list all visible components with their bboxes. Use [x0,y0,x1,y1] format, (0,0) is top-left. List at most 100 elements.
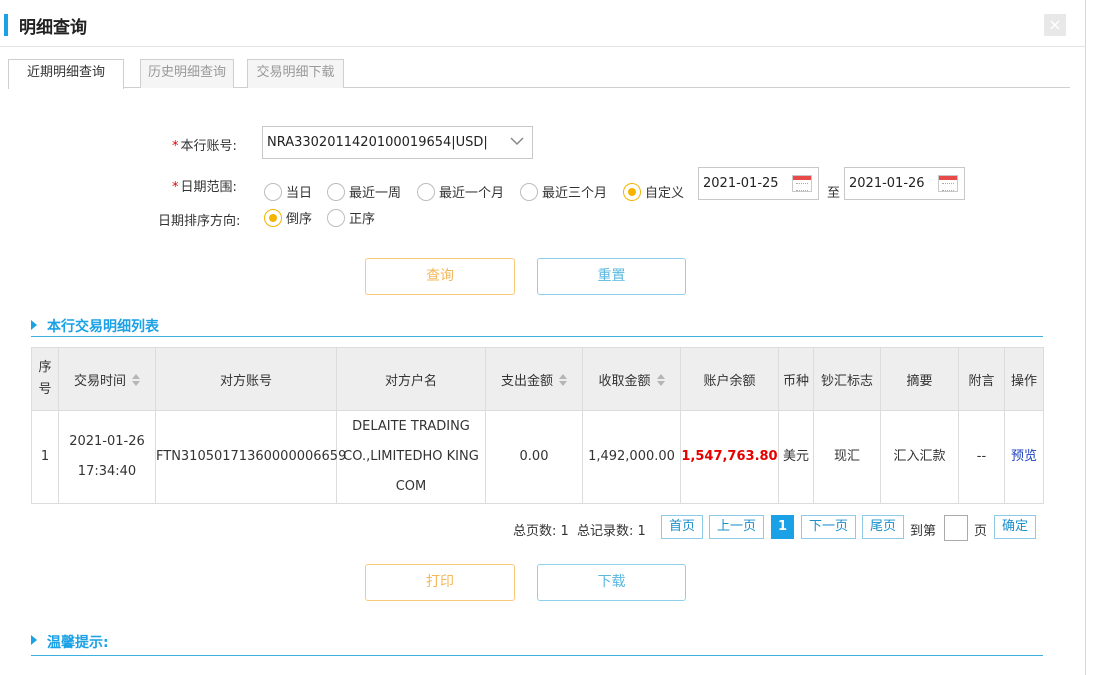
cell-currency: 美元 [778,410,814,504]
col-header-counter-account: 对方账号 [155,347,337,411]
radio-circle [327,182,345,201]
calendar-icon[interactable] [938,175,958,192]
sort-direction-label: 日期排序方向: [158,214,241,229]
col-header-debit[interactable]: 支出金额 [485,347,583,411]
triangle-right-icon [31,320,37,330]
col-header-label: 序号 [38,360,52,397]
panel-header: 明细查询 × [0,0,1086,47]
tips-section-title: 温馨提示: [47,635,109,651]
goto-page-input[interactable] [944,515,968,541]
col-header-label: 交易时间 [73,373,126,389]
col-header-index: 序号 [31,347,59,411]
calendar-icon[interactable] [792,175,812,192]
account-label: * 本行账号: [172,135,237,154]
radio-descending[interactable]: 倒序 [264,208,312,227]
radio-last-three-months[interactable]: 最近三个月 [520,182,607,201]
goto-confirm-button[interactable]: 确定 [994,515,1036,539]
col-header-cash-flag: 钞汇标志 [813,347,881,411]
current-page-button[interactable]: 1 [771,515,794,539]
radio-label: 当日 [286,186,313,201]
first-page-button[interactable]: 首页 [661,515,703,539]
query-button[interactable]: 查询 [365,258,515,295]
cell-action: 预览 [1004,410,1044,504]
col-header-label: 收取金额 [598,373,651,389]
cell-debit: 0.00 [485,410,583,504]
account-select[interactable]: NRA3302011420100019654|USD| [262,126,533,159]
col-header-time[interactable]: 交易时间 [58,347,156,411]
start-date-input[interactable]: 2021-01-25 [698,167,819,200]
reset-button[interactable]: 重置 [537,258,686,295]
counter-name-line: COM [395,479,427,494]
radio-label: 正序 [349,212,376,227]
cell-time: 2021-01-26 17:34:40 [58,410,156,504]
list-section-title: 本行交易明细列表 [47,319,159,335]
col-header-currency: 币种 [778,347,814,411]
account-select-value: NRA3302011420100019654|USD| [267,135,488,150]
radio-last-week[interactable]: 最近一周 [327,182,401,201]
goto-label: 到第 [910,524,937,539]
radio-circle [264,182,282,201]
end-date-value: 2021-01-26 [849,176,925,191]
radio-circle [623,182,641,201]
table-header-row: 序号 交易时间 对方账号 对方户名 支出金额 收取金额 账户余额 币种 钞汇标志… [31,347,1044,411]
tab-download-details[interactable]: 交易明细下载 [247,59,344,88]
total-pages-label: 总页数: [513,524,557,539]
sort-icon[interactable] [656,373,665,386]
cell-index: 1 [31,410,59,504]
date-range-label: * 日期范围: [172,176,237,195]
required-mark: * [172,139,179,154]
cell-date-text: 2021-01-26 [69,434,145,449]
cell-time-text: 17:34:40 [77,464,137,479]
chevron-down-icon [510,137,524,146]
radio-custom[interactable]: 自定义 [623,182,684,201]
cell-summary: 汇入汇款 [880,410,959,504]
preview-link[interactable]: 预览 [1011,449,1037,464]
tab-history-details[interactable]: 历史明细查询 [140,59,234,88]
total-records-value: 1 [637,524,646,539]
close-icon[interactable]: × [1044,14,1066,36]
cell-credit: 1,492,000.00 [582,410,681,504]
tab-recent-details[interactable]: 近期明细查询 [8,59,124,89]
col-header-counter-name: 对方户名 [336,347,486,411]
list-section-header: 本行交易明细列表 [31,315,1043,337]
sort-icon[interactable] [559,373,567,386]
counter-name-line: DELAITE TRADING [352,419,470,434]
last-page-button[interactable]: 尾页 [862,515,904,539]
col-header-balance: 账户余额 [680,347,779,411]
title-accent-bar [4,14,8,36]
counter-name-line: CO.,LIMITEDHO KING [343,449,479,464]
print-button[interactable]: 打印 [365,564,515,601]
radio-last-month[interactable]: 最近一个月 [417,182,504,201]
end-date-input[interactable]: 2021-01-26 [844,167,965,200]
radio-today[interactable]: 当日 [264,182,312,201]
total-pages-value: 1 [560,524,569,539]
cell-remark: -- [958,410,1005,504]
next-page-button[interactable]: 下一页 [801,515,856,539]
radio-label: 最近一个月 [439,186,505,201]
tab-bar: 近期明细查询 历史明细查询 交易明细下载 [8,59,1070,89]
date-range-label-text: 日期范围: [180,180,237,195]
radio-label: 最近三个月 [542,186,608,201]
radio-circle [327,208,345,227]
cell-balance: 1,547,763.80 [680,410,779,504]
account-label-text: 本行账号: [180,139,237,154]
radio-label: 自定义 [645,186,685,201]
main-panel: 明细查询 × 近期明细查询 历史明细查询 交易明细下载 * 本行账号: NRA33… [0,0,1086,675]
to-label: 至 [827,186,841,201]
sort-icon[interactable] [132,373,140,386]
table-row: 1 2021-01-26 17:34:40 FTN310501713600000… [31,410,1044,504]
cell-counter-account: FTN31050171360000006659 [155,410,346,504]
start-date-value: 2021-01-25 [703,176,779,191]
page-title: 明细查询 [19,18,87,38]
pagination-summary: 总页数: 1 总记录数: 1 [513,520,646,539]
transaction-table: 序号 交易时间 对方账号 对方户名 支出金额 收取金额 账户余额 币种 钞汇标志… [31,347,1044,504]
download-button[interactable]: 下载 [537,564,686,601]
prev-page-button[interactable]: 上一页 [709,515,764,539]
required-mark: * [172,180,179,195]
col-header-credit[interactable]: 收取金额 [582,347,681,411]
col-header-remark: 附言 [958,347,1005,411]
radio-label: 最近一周 [349,186,402,201]
col-header-action: 操作 [1004,347,1044,411]
col-header-summary: 摘要 [880,347,959,411]
radio-ascending[interactable]: 正序 [327,208,375,227]
